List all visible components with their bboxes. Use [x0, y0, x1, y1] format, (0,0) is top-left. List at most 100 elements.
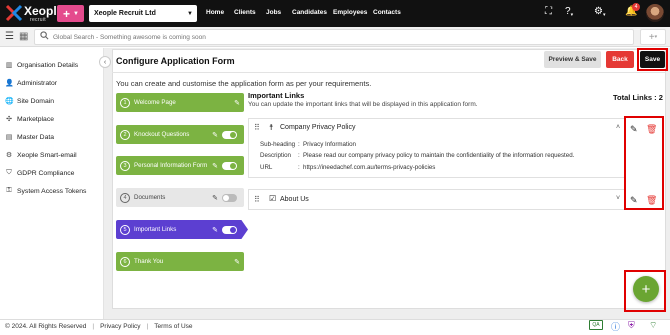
search-icon	[40, 31, 49, 40]
sidebar-item-label: Organisation Details	[17, 61, 79, 69]
step-number: 5	[120, 224, 130, 235]
nav-home[interactable]: Home	[206, 9, 224, 16]
sidebar-item-marketplace[interactable]: ✣ Marketplace	[5, 115, 54, 124]
link-title: Company Privacy Policy	[280, 124, 356, 131]
pencil-icon[interactable]: ✎	[630, 195, 638, 206]
pencil-icon[interactable]: ✎	[630, 124, 638, 135]
shield-icon[interactable]: ⛨	[628, 320, 635, 331]
avatar[interactable]	[646, 4, 664, 22]
sidebar-item-label: GDPR Compliance	[17, 169, 75, 177]
sidebar-item-label: System Access Tokens	[17, 187, 87, 195]
trash-icon[interactable]: 🗑	[646, 195, 657, 206]
nav-candidates[interactable]: Candidates	[292, 9, 327, 16]
detail-value: Please read our company privacy policy t…	[303, 152, 575, 159]
sidebar-item-organisation-details[interactable]: ▥ Organisation Details	[5, 61, 79, 70]
plus-icon: +	[641, 280, 651, 298]
preview-and-save-button[interactable]: Preview & Save	[544, 51, 601, 68]
pencil-icon[interactable]: ✎	[234, 258, 240, 266]
building-icon: ▥	[5, 62, 13, 69]
collapse-sidebar-button[interactable]: ‹	[99, 56, 111, 68]
step-toggle[interactable]	[222, 130, 237, 139]
step-number: 4	[120, 192, 130, 203]
chevron-down-icon: ▼	[187, 10, 193, 17]
marketplace-icon: ✣	[6, 116, 12, 123]
person-icon: 👤	[5, 80, 14, 87]
step-number: 6	[120, 256, 130, 267]
fullscreen-icon[interactable]: ⛶	[545, 6, 552, 17]
section-subtitle: You can update the important links that …	[248, 101, 478, 108]
back-button[interactable]: Back	[606, 51, 634, 68]
terms-of-use-link[interactable]: Terms of Use	[154, 323, 192, 330]
global-search-input[interactable]	[53, 29, 613, 45]
nav-contacts[interactable]: Contacts	[373, 9, 401, 16]
trash-icon[interactable]: 🗑	[646, 124, 657, 135]
gear-icon[interactable]: ⚙ ▾	[594, 6, 605, 18]
company-select[interactable]: Xeople Recruit Ltd ▼	[89, 5, 197, 22]
step-label: Welcome Page	[134, 99, 176, 106]
xeople-logo-icon[interactable]	[4, 3, 24, 23]
quick-add-button[interactable]: + ▼	[57, 5, 84, 22]
detail-label: Sub-heading	[260, 141, 296, 148]
list-view-icon[interactable]: ☰	[5, 31, 14, 42]
sidebar-item-label: Master Data	[17, 133, 55, 141]
key-icon: ⚿	[6, 187, 12, 194]
grid-view-icon[interactable]: ▦	[19, 31, 28, 42]
total-links-count: Total Links : 2	[613, 93, 663, 102]
help-menu-icon[interactable]: ? ▾	[565, 6, 573, 18]
step-personal-information-form[interactable]: 3 Personal Information Form ✎	[116, 156, 244, 175]
database-icon: ▤	[5, 134, 13, 141]
sidebar-item-master-data[interactable]: ▤ Master Data	[5, 133, 55, 142]
notification-badge: 4	[632, 3, 640, 11]
sidebar-item-label: Xeople Smart-email	[17, 151, 77, 159]
pencil-icon[interactable]: ✎	[234, 99, 240, 107]
copyright-text: © 2024. All Rights Reserved	[5, 323, 87, 330]
drag-handle-icon[interactable]: ⠿	[254, 123, 260, 132]
sidebar-item-smart-email[interactable]: ⚙ Xeople Smart-email	[5, 151, 77, 160]
step-documents[interactable]: 4 Documents ✎	[116, 188, 244, 207]
chevron-down-icon: ▾	[654, 34, 658, 40]
detail-value: Privacy Information	[303, 141, 356, 148]
detail-separator: :	[298, 164, 300, 171]
sidebar-item-system-access-tokens[interactable]: ⚿ System Access Tokens	[5, 187, 86, 195]
pencil-icon[interactable]: ✎	[212, 226, 218, 234]
checkbox-icon[interactable]: ☑	[269, 194, 276, 203]
step-label: Personal Information Form	[134, 162, 208, 169]
nav-employees[interactable]: Employees	[333, 9, 367, 16]
add-link-button[interactable]: +	[633, 276, 659, 302]
step-label: Thank You	[134, 258, 164, 265]
step-label: Knockout Questions	[134, 131, 190, 138]
pencil-icon[interactable]: ✎	[212, 131, 218, 139]
footer-separator: |	[146, 323, 149, 330]
link-type-icon: ☨	[269, 123, 274, 132]
sidebar-item-site-domain[interactable]: 🌐 Site Domain	[5, 97, 55, 106]
detail-value: https://ineedachef.com.au/terms-privacy-…	[303, 164, 436, 171]
sidebar-item-administrator[interactable]: 👤 Administrator	[5, 79, 58, 88]
smart-email-icon: ⚙	[5, 152, 13, 159]
sidebar-item-label: Administrator	[17, 79, 58, 87]
globe-icon: 🌐	[5, 98, 14, 105]
nav-clients[interactable]: Clients	[234, 9, 256, 16]
sidebar-item-gdpr-compliance[interactable]: ⛉ GDPR Compliance	[5, 169, 74, 177]
chevron-down-icon[interactable]: ˅	[616, 195, 620, 202]
step-important-links[interactable]: 5 Important Links ✎	[116, 220, 248, 239]
info-icon[interactable]: ⓘ	[611, 320, 620, 333]
pencil-icon[interactable]: ✎	[212, 162, 218, 170]
logo-subtitle: recruit	[30, 17, 46, 23]
sidebar-item-label: Site Domain	[17, 97, 55, 105]
qa-badge: QA	[589, 320, 603, 330]
chevron-up-icon[interactable]: ˄	[616, 124, 620, 131]
save-button[interactable]: Save	[640, 51, 665, 68]
drag-handle-icon[interactable]: ⠿	[254, 195, 260, 204]
search-add-button[interactable]: + ▾	[640, 29, 666, 45]
footer-links: © 2024. All Rights Reserved | Privacy Po…	[5, 323, 193, 330]
step-number: 3	[120, 160, 130, 171]
step-toggle[interactable]	[222, 161, 237, 170]
step-knockout-questions[interactable]: 2 Knockout Questions ✎	[116, 125, 244, 144]
nav-jobs[interactable]: Jobs	[266, 9, 281, 16]
step-toggle[interactable]	[222, 225, 237, 234]
pencil-icon[interactable]: ✎	[212, 194, 218, 202]
step-welcome-page[interactable]: 1 Welcome Page ✎	[116, 93, 244, 112]
privacy-policy-link[interactable]: Privacy Policy	[100, 323, 140, 330]
step-thank-you[interactable]: 6 Thank You ✎	[116, 252, 244, 271]
step-toggle[interactable]	[222, 193, 237, 202]
